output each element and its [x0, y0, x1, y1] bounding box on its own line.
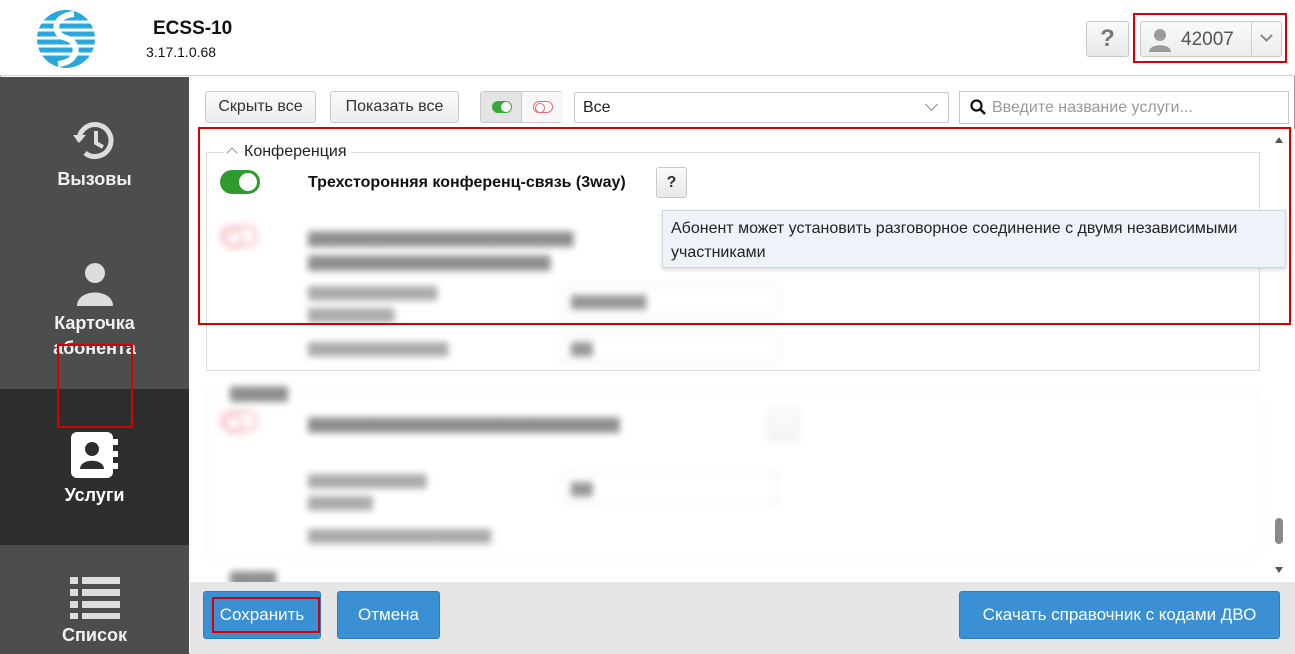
- sidebar-label-calls: Вызовы: [57, 169, 132, 189]
- scroll-down-icon[interactable]: [1275, 567, 1283, 573]
- scroll-thumb[interactable]: [1275, 518, 1283, 544]
- category-select-value: Все: [583, 99, 611, 116]
- user-menu-button[interactable]: 42007: [1140, 21, 1282, 57]
- obscured-label-3: ▇▇▇▇▇▇▇▇▇▇▇ ▇▇▇▇▇▇: [308, 472, 427, 510]
- list-icon: [70, 577, 120, 619]
- expand-all-button[interactable]: Показать все: [330, 91, 459, 123]
- sidebar-label-services: Услуги: [64, 485, 125, 505]
- sidebar-item-list[interactable]: Список: [0, 545, 189, 654]
- user-avatar-icon: [1149, 29, 1171, 52]
- chevron-down-icon: [925, 98, 938, 111]
- search-icon: [970, 99, 986, 115]
- obscured-service-title-3: ▇▇▇▇▇▇▇▇▇▇▇▇▇▇▇▇▇▇▇▇▇▇▇▇▇▇▇: [308, 416, 620, 433]
- obscured-service-toggle-2: [220, 410, 258, 434]
- toggle-on-icon: [492, 101, 512, 113]
- toolbar: Скрыть все Показать все Все: [190, 77, 1295, 129]
- filter-disabled-button[interactable]: [522, 92, 563, 122]
- sidebar-label-card-1: Карточка: [54, 313, 135, 333]
- search-input[interactable]: [992, 96, 1282, 120]
- help-button[interactable]: ?: [1086, 21, 1129, 57]
- obscured-help-button: [768, 409, 799, 440]
- app-version: 3.17.1.0.68: [146, 44, 217, 60]
- filter-enabled-button[interactable]: [481, 92, 522, 122]
- chevron-down-icon[interactable]: [1251, 22, 1281, 56]
- services-highlight: [57, 344, 133, 428]
- obscured-label-4: ▇▇▇▇▇▇▇▇▇▇▇▇▇▇▇▇▇: [308, 527, 492, 543]
- user-id: 42007: [1181, 29, 1234, 50]
- cancel-button[interactable]: Отмена: [337, 591, 440, 639]
- category-select[interactable]: Все: [574, 92, 949, 123]
- footer-bar: Сохранить Отмена Скачать справочник с ко…: [190, 582, 1295, 654]
- user-menu-highlight: 42007: [1133, 13, 1287, 63]
- download-codes-button[interactable]: Скачать справочник с кодами ДВО: [959, 591, 1280, 639]
- sidebar-label-list: Список: [62, 625, 127, 645]
- app-header: ECSS-10 3.17.1.0.68 ? 42007: [0, 0, 1295, 76]
- contact-book-icon: [71, 432, 118, 478]
- service-search: [959, 91, 1289, 124]
- collapse-all-button[interactable]: Скрыть все: [205, 91, 316, 123]
- sidebar-item-calls[interactable]: Вызовы: [0, 77, 189, 232]
- obscured-field-3: ▇▇: [562, 473, 778, 503]
- save-highlight: [212, 597, 320, 633]
- obscured-group-title-2: ▇▇▇▇: [230, 570, 277, 582]
- history-icon: [73, 122, 114, 159]
- obscured-field-2: ▇▇: [562, 333, 778, 363]
- obscured-group-title: ▇▇▇▇▇: [230, 384, 288, 402]
- app-title: ECSS-10: [153, 18, 233, 39]
- toggle-off-icon: [533, 101, 553, 113]
- person-icon: [77, 263, 113, 306]
- ecss-logo-icon: [34, 10, 98, 68]
- obscured-label-2: ▇▇▇▇▇▇▇▇▇▇▇▇▇: [308, 340, 448, 356]
- conference-highlight: [198, 127, 1291, 325]
- enabled-filter-toggle: [480, 91, 563, 123]
